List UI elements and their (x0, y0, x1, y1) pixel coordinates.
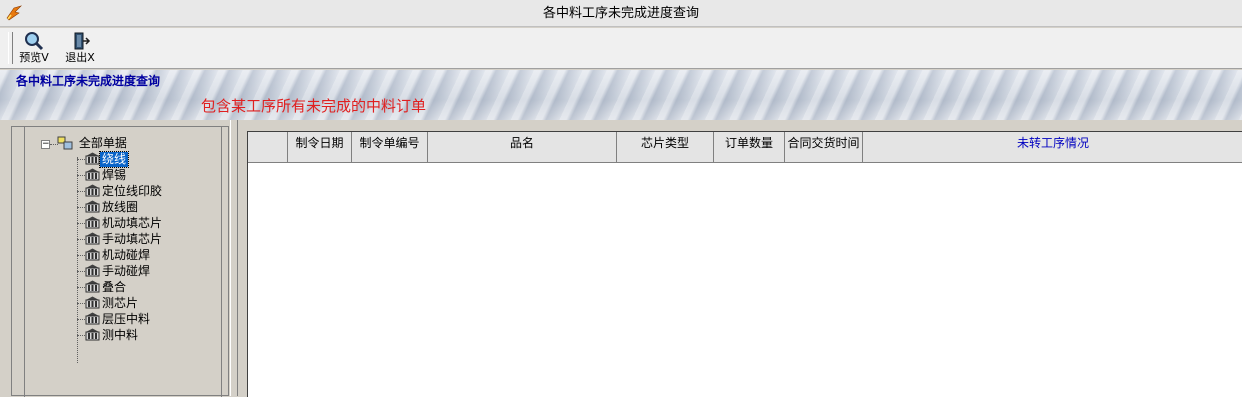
exit-button[interactable]: 退出X (60, 31, 100, 67)
column-header-order-date[interactable]: 制令日期 (288, 132, 352, 162)
tree-connector (77, 255, 85, 256)
banner-subtitle: 包含某工序所有未完成的中料订单 (201, 97, 427, 115)
toolbar-grip[interactable] (8, 32, 13, 64)
tree-connector (77, 159, 85, 160)
tree-item[interactable]: 手动碰焊 (85, 263, 152, 279)
magnifier-icon (25, 32, 44, 51)
tree-item-label: 测芯片 (102, 296, 139, 310)
building-icon (85, 168, 100, 181)
tree-view[interactable]: − 全部单据 绕线 焊锡定位线印胶放线圈机动填芯片手动填芯片机动碰焊手动碰焊叠合测… (24, 127, 222, 397)
tree-connector (77, 223, 85, 224)
building-icon (85, 184, 100, 197)
building-icon (85, 296, 100, 309)
tree-item-label: 叠合 (102, 280, 127, 294)
tree-connector (77, 239, 85, 240)
tree-item-label: 手动碰焊 (102, 264, 151, 278)
building-icon (85, 280, 100, 293)
tree-item[interactable]: 放线圈 (85, 199, 140, 215)
building-icon (85, 312, 100, 325)
tree-panel: − 全部单据 绕线 焊锡定位线印胶放线圈机动填芯片手动填芯片机动碰焊手动碰焊叠合测… (11, 126, 229, 397)
tree-item-label: 放线圈 (102, 200, 139, 214)
tree-item[interactable]: 焊锡 (85, 167, 128, 183)
building-icon (85, 216, 100, 229)
column-header-pending-process[interactable]: 未转工序情况 (863, 132, 1242, 162)
column-header-quantity[interactable]: 订单数量 (714, 132, 785, 162)
building-icon (85, 264, 100, 277)
banner-title: 各中料工序未完成进度查询 (16, 74, 161, 88)
tree-item-label: 手动填芯片 (102, 232, 163, 246)
panel-splitter[interactable] (230, 120, 238, 396)
tree-item-label: 测中料 (102, 328, 139, 342)
tree-root[interactable]: 全部单据 (57, 135, 129, 151)
preview-label: 预览V (19, 51, 49, 64)
tree-connector (77, 271, 85, 272)
tree-connector (77, 175, 85, 176)
tree-connector (77, 287, 85, 288)
column-header-order-number[interactable]: 制令单编号 (352, 132, 428, 162)
tree-connector (77, 335, 85, 336)
preview-button[interactable]: 预览V (14, 31, 54, 67)
grid-header: 制令日期 制令单编号 品名 芯片类型 订单数量 合同交货时间 未转工序情况 (248, 132, 1242, 163)
column-header-product-name[interactable]: 品名 (428, 132, 617, 162)
header-banner: 各中料工序未完成进度查询 包含某工序所有未完成的中料订单 (0, 70, 1242, 120)
building-icon (85, 248, 100, 261)
tree-item-label: 绕线 (98, 151, 130, 168)
exit-label: 退出X (65, 51, 95, 64)
tree-item[interactable]: 层压中料 (85, 311, 152, 327)
tree-item-label: 层压中料 (102, 312, 151, 326)
title-bar: 各中料工序未完成进度查询 (0, 0, 1242, 27)
toolbar: 预览V 退出X (0, 28, 1242, 69)
tree-connector (77, 303, 85, 304)
column-header-chip-type[interactable]: 芯片类型 (617, 132, 714, 162)
tree-connector (77, 207, 85, 208)
tree-item-label: 机动填芯片 (102, 216, 163, 230)
building-icon (85, 200, 100, 213)
data-grid[interactable]: 制令日期 制令单编号 品名 芯片类型 订单数量 合同交货时间 未转工序情况 (247, 131, 1242, 397)
tree-connector (77, 319, 85, 320)
tree-item-label: 焊锡 (102, 168, 127, 182)
building-icon (85, 152, 100, 165)
tree-connector (77, 157, 78, 363)
tree-item[interactable]: 机动碰焊 (85, 247, 152, 263)
tree-item[interactable]: 测中料 (85, 327, 140, 343)
exit-door-icon (74, 32, 91, 50)
tree-root-label: 全部单据 (78, 136, 127, 150)
tree-item[interactable]: 叠合 (85, 279, 128, 295)
tree-folder-icon (57, 136, 73, 150)
tree-item-label: 机动碰焊 (102, 248, 151, 262)
tree-item[interactable]: 定位线印胶 (85, 183, 164, 199)
tree-item[interactable]: 手动填芯片 (85, 231, 164, 247)
tree-connector (77, 191, 85, 192)
window-title: 各中料工序未完成进度查询 (542, 6, 699, 21)
building-icon (85, 328, 100, 341)
collapse-toggle[interactable]: − (41, 140, 50, 149)
column-header-indicator[interactable] (248, 132, 288, 162)
column-header-delivery-time[interactable]: 合同交货时间 (785, 132, 863, 162)
tree-item[interactable]: 绕线 (85, 151, 130, 168)
tree-item[interactable]: 机动填芯片 (85, 215, 164, 231)
tree-item[interactable]: 测芯片 (85, 295, 140, 311)
building-icon (85, 232, 100, 245)
tree-item-label: 定位线印胶 (102, 184, 163, 198)
